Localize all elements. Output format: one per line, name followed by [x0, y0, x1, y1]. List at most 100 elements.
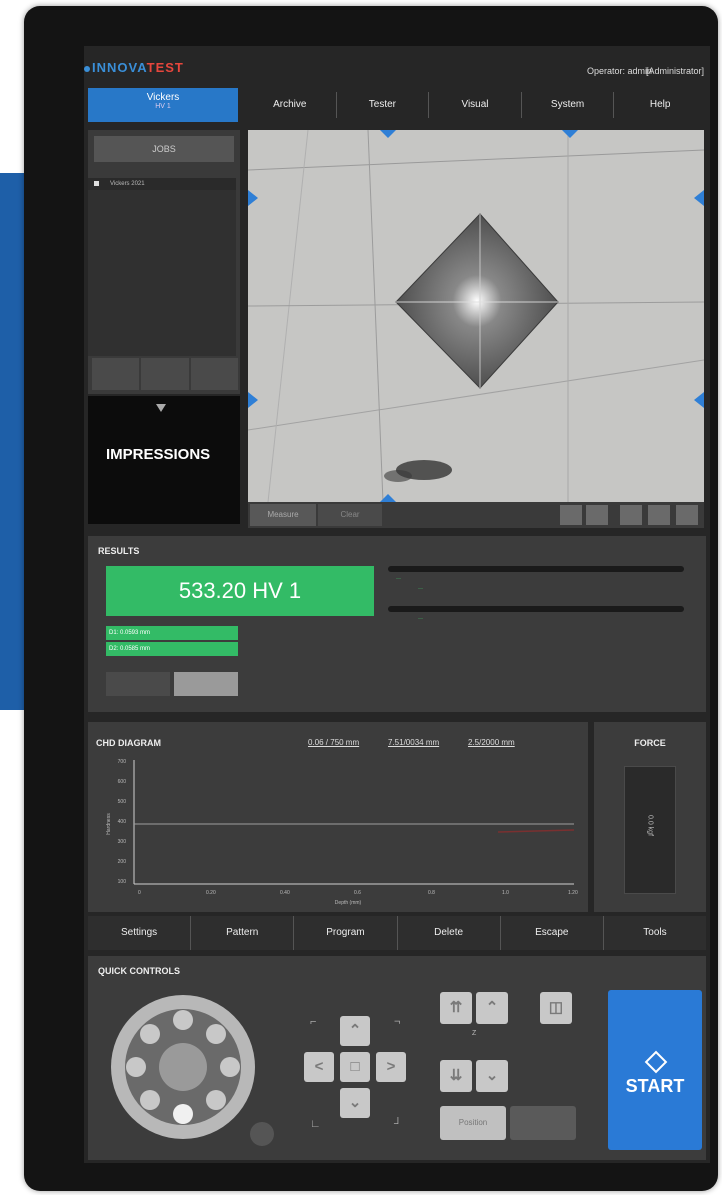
- camera-icon[interactable]: [560, 505, 582, 525]
- measure-button[interactable]: Measure: [250, 504, 316, 526]
- turret-position[interactable]: [220, 1057, 240, 1077]
- impressions-mark-icon: [156, 404, 166, 412]
- turret-position[interactable]: [126, 1057, 146, 1077]
- jobs-panel: JOBS Vickers 2021: [88, 130, 240, 394]
- turret-position[interactable]: [173, 1010, 193, 1030]
- arrow-right-button[interactable]: >: [376, 1052, 406, 1082]
- results-panel: RESULTS 533.20 HV 1 D1: 0.0593 mm D2: 0.…: [88, 536, 706, 712]
- logo-text: INNOVA: [92, 60, 147, 75]
- turret-center[interactable]: [159, 1043, 207, 1091]
- stat-text: —: [418, 616, 423, 622]
- nav-system[interactable]: System: [522, 92, 615, 118]
- quick-controls-title: QUICK CONTROLS: [98, 966, 180, 976]
- x-tick: 0.8: [428, 890, 435, 896]
- secondary-button[interactable]: [510, 1106, 576, 1140]
- turret-position[interactable]: [206, 1090, 226, 1110]
- arrow-left-button[interactable]: <: [304, 1052, 334, 1082]
- zoom-icon[interactable]: [586, 505, 608, 525]
- results-button-2[interactable]: [174, 672, 238, 696]
- chd-chart: 700 600 500 400 300 200 100 0 0.20 0.40 …: [106, 759, 578, 906]
- nav-visual[interactable]: Visual: [429, 92, 522, 118]
- mode-tab-sublabel: HV 1: [155, 103, 171, 110]
- y-tick: 100: [118, 879, 127, 885]
- autofocus-button[interactable]: ◫: [540, 992, 572, 1024]
- jobs-heading[interactable]: JOBS: [94, 136, 234, 162]
- z-fast-up-button[interactable]: ⇈: [440, 992, 472, 1024]
- nav-program[interactable]: Program: [294, 916, 398, 950]
- jobs-button-3[interactable]: [190, 358, 238, 390]
- z-down-button[interactable]: ⌄: [476, 1060, 508, 1092]
- arrow-center-button[interactable]: □: [340, 1052, 370, 1082]
- y-tick: 300: [118, 839, 127, 845]
- diagonal-d1: D1: 0.0593 mm: [106, 626, 238, 640]
- force-meter: 0.0 kgf: [624, 766, 676, 894]
- turret-position-active[interactable]: [173, 1104, 193, 1124]
- turret-position[interactable]: [140, 1024, 160, 1044]
- arrow-up-button[interactable]: ⌃: [340, 1016, 370, 1046]
- x-tick: 1.20: [568, 890, 578, 896]
- jobs-button-2[interactable]: [141, 358, 189, 390]
- position-button[interactable]: Position: [440, 1106, 506, 1140]
- clear-button[interactable]: Clear: [318, 504, 382, 526]
- impressions-logo-panel: IMPRESSIONS: [88, 396, 240, 524]
- monitor-bezel: INNOVATEST Operator: admin [Administrato…: [24, 6, 718, 1191]
- tool-icon[interactable]: [648, 505, 670, 525]
- corner-mark: ∟: [310, 1118, 321, 1130]
- x-tick: 0: [138, 890, 141, 896]
- quick-controls-panel: QUICK CONTROLS ⌐ ¬ ∟ ┘ ⌃ < □ > ⌄ ⇈ ⌃ Z ⇊…: [88, 956, 706, 1160]
- tab-vickers[interactable]: Vickers HV 1: [88, 88, 238, 122]
- turret-position[interactable]: [140, 1090, 160, 1110]
- stat-text: —: [418, 586, 423, 592]
- nav-delete[interactable]: Delete: [398, 916, 501, 950]
- x-axis-label: Depth (mm): [335, 900, 362, 906]
- force-panel: FORCE 0.0 kgf: [594, 722, 706, 912]
- corner-mark: ¬: [394, 1016, 401, 1028]
- innovatest-logo: INNOVATEST: [84, 60, 184, 75]
- results-button-1[interactable]: [106, 672, 170, 696]
- z-fast-down-button[interactable]: ⇊: [440, 1060, 472, 1092]
- stat-bar: [388, 566, 684, 572]
- x-tick: 0.40: [280, 890, 290, 896]
- y-tick: 400: [118, 819, 127, 825]
- operator-label: Operator: admin: [586, 66, 652, 76]
- hardness-value: 533.20 HV 1: [106, 566, 374, 616]
- arrow-down-button[interactable]: ⌄: [340, 1088, 370, 1118]
- z-label: Z: [472, 1030, 477, 1037]
- start-label: START: [625, 1076, 685, 1096]
- nav-pattern[interactable]: Pattern: [191, 916, 295, 950]
- y-tick: 700: [118, 759, 127, 765]
- nav-tools[interactable]: Tools: [604, 916, 706, 950]
- start-button[interactable]: START: [608, 990, 702, 1150]
- camera-viewport[interactable]: [248, 130, 704, 502]
- logo-dot-icon: [84, 65, 90, 72]
- start-icon: [644, 1050, 668, 1074]
- chd-diagram-panel: CHD DIAGRAM 0.06 / 750 mm 7.51/0034 mm 2…: [88, 722, 588, 912]
- result-statistics: — — —: [388, 566, 684, 630]
- stat-bar: [388, 606, 684, 612]
- impressions-logo-text: IMPRESSIONS: [106, 446, 211, 463]
- jobs-button-1[interactable]: [92, 358, 140, 390]
- job-list[interactable]: [88, 190, 236, 356]
- turret-position[interactable]: [206, 1024, 226, 1044]
- stat-text: —: [396, 576, 401, 582]
- jobs-button-row: [92, 358, 238, 390]
- chd-stat-1[interactable]: 0.06 / 750 mm: [308, 738, 359, 747]
- z-up-button[interactable]: ⌃: [476, 992, 508, 1024]
- nav-tester[interactable]: Tester: [337, 92, 430, 118]
- x-tick: 1.0: [502, 890, 509, 896]
- x-tick: 0.20: [206, 890, 216, 896]
- hardness-series-line: [497, 829, 575, 833]
- nav-archive[interactable]: Archive: [244, 92, 337, 118]
- app-screen: INNOVATEST Operator: admin [Administrato…: [84, 46, 710, 1163]
- tool-icon[interactable]: [676, 505, 698, 525]
- chd-stat-2[interactable]: 7.51/0034 mm: [388, 738, 439, 747]
- nav-help[interactable]: Help: [614, 92, 706, 118]
- job-list-item[interactable]: Vickers 2021: [88, 178, 236, 190]
- turret-home-button[interactable]: [250, 1122, 274, 1146]
- tool-icon[interactable]: [620, 505, 642, 525]
- nav-escape[interactable]: Escape: [501, 916, 604, 950]
- turret-selector[interactable]: [108, 992, 258, 1142]
- chd-stat-3[interactable]: 2.5/2000 mm: [468, 738, 515, 747]
- force-value: 0.0 kgf: [646, 814, 654, 836]
- nav-settings[interactable]: Settings: [88, 916, 192, 950]
